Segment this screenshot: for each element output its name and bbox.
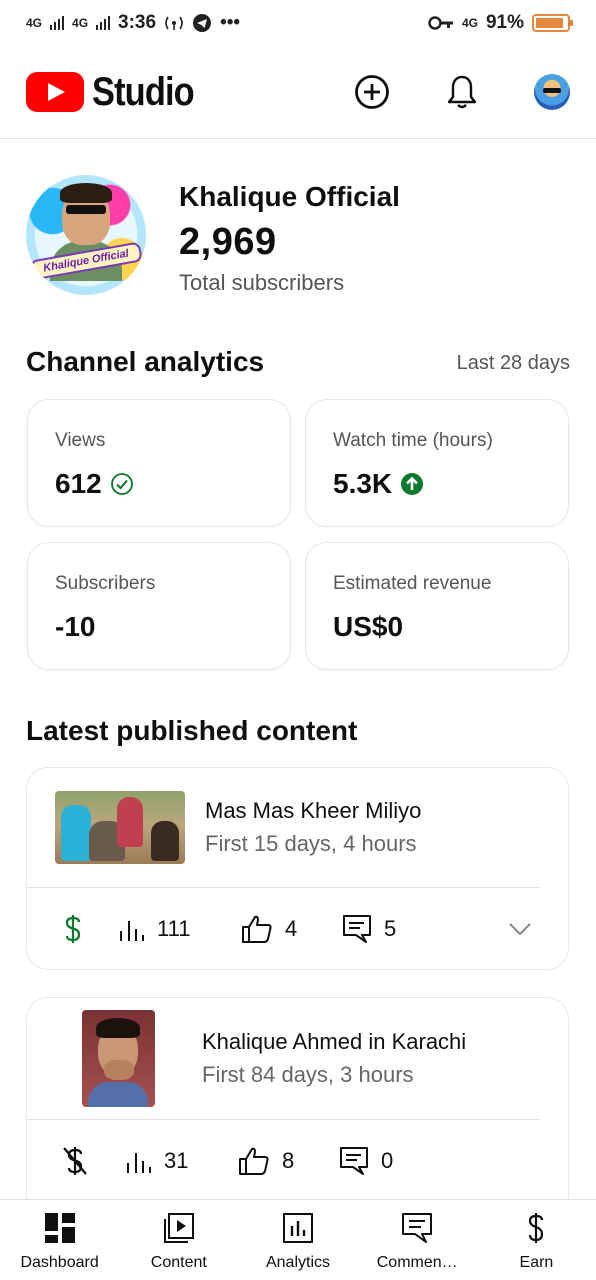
channel-name: Khalique Official	[179, 181, 400, 212]
battery-icon	[532, 14, 573, 32]
channel-analytics-title: Channel analytics	[26, 346, 265, 377]
watch-time-label: Watch time (hours)	[333, 430, 493, 451]
analytics-period[interactable]: Last 28 days	[457, 352, 570, 375]
expand-chevron-icon[interactable]	[508, 922, 532, 936]
arrow-up-circle-icon	[401, 473, 424, 495]
thumbs-up-icon	[239, 1147, 269, 1175]
nav-label-earn: Earn	[519, 1254, 554, 1271]
subscriber-label: Total subscribers	[179, 270, 345, 295]
nav-comments[interactable]: Commen…	[358, 1200, 477, 1280]
youtube-studio-logo[interactable]: Studio	[26, 70, 210, 115]
nav-label-comments: Commen…	[376, 1254, 458, 1271]
channel-header: Khalique Official Khalique Official 2,96…	[26, 175, 570, 298]
latest-content-title: Latest published content	[26, 715, 358, 746]
views-card[interactable]: Views 612	[27, 399, 291, 527]
video-likes: 8	[282, 1148, 295, 1173]
subscribers-label: Subscribers	[55, 573, 156, 594]
network-indicator-2: 4G	[72, 16, 89, 30]
network-indicator-1: 4G	[26, 16, 43, 30]
video-thumbnail[interactable]	[55, 791, 185, 864]
revenue-label: Estimated revenue	[333, 573, 492, 594]
revenue-value: US$0	[333, 611, 404, 642]
subscriber-count: 2,969	[179, 221, 277, 263]
content-card-1[interactable]: Mas Mas Kheer Miliyo First 15 days, 4 ho…	[26, 767, 569, 970]
nav-label-dashboard: Dashboard	[20, 1254, 99, 1271]
video-title: Mas Mas Kheer Miliyo	[205, 797, 422, 823]
monetized-dollar-icon	[65, 915, 81, 943]
network-indicator-3: 4G	[461, 16, 478, 30]
content-card-2[interactable]: Khalique Ahmed in Karachi First 84 days,…	[26, 997, 569, 1217]
not-monetized-dollar-icon	[63, 1147, 87, 1175]
video-title: Khalique Ahmed in Karachi	[202, 1028, 467, 1054]
comment-icon	[340, 1147, 368, 1175]
video-period: First 15 days, 4 hours	[205, 830, 417, 856]
signal-icon	[50, 16, 65, 30]
nav-earn[interactable]: Earn	[477, 1200, 596, 1280]
revenue-card[interactable]: Estimated revenue US$0	[305, 542, 569, 670]
vpn-key-icon	[428, 16, 453, 30]
channel-avatar[interactable]: Khalique Official	[26, 175, 146, 295]
video-likes: 4	[285, 916, 298, 941]
youtube-play-icon	[26, 72, 84, 112]
watch-time-card[interactable]: Watch time (hours) 5.3K	[305, 399, 569, 527]
nav-analytics[interactable]: Analytics	[238, 1200, 357, 1280]
video-comments: 0	[381, 1148, 394, 1173]
nav-label-content: Content	[150, 1254, 207, 1271]
views-bars-icon	[120, 921, 144, 941]
views-label: Views	[55, 430, 106, 451]
hotspot-icon	[165, 16, 183, 30]
watch-time-value: 5.3K	[333, 468, 393, 499]
views-bars-icon	[127, 1153, 151, 1173]
create-button[interactable]	[354, 74, 390, 110]
dashboard-icon	[44, 1213, 75, 1243]
views-value: 612	[55, 468, 102, 499]
more-notifications: •••	[220, 12, 241, 33]
comments-icon	[402, 1213, 433, 1243]
analytics-icon	[283, 1213, 313, 1243]
video-views: 31	[164, 1148, 189, 1173]
dollar-icon	[529, 1213, 544, 1243]
comment-icon	[343, 915, 371, 943]
battery-level	[536, 18, 564, 28]
subscribers-card[interactable]: Subscribers -10	[27, 542, 291, 670]
content-icon	[163, 1213, 194, 1243]
bottom-navigation: Dashboard Content Analytics Commen… Earn	[0, 1199, 596, 1280]
account-avatar[interactable]	[534, 74, 570, 110]
notifications-bell-icon[interactable]	[446, 74, 478, 110]
app-bar: Studio	[0, 46, 596, 139]
thumbs-up-icon	[242, 915, 272, 943]
subscribers-value: -10	[55, 611, 96, 642]
video-period: First 84 days, 3 hours	[202, 1061, 414, 1087]
check-circle-icon	[110, 473, 133, 495]
nav-dashboard[interactable]: Dashboard	[0, 1200, 119, 1280]
battery-percent: 91%	[485, 12, 524, 33]
video-thumbnail[interactable]	[82, 1010, 155, 1107]
signal-icon-2	[96, 16, 111, 30]
status-bar: 4G 4G 3:36 ••• 4G 91%	[0, 0, 596, 46]
brand-name: Studio	[92, 69, 195, 114]
video-views: 111	[157, 916, 191, 941]
nav-label-analytics: Analytics	[265, 1254, 331, 1271]
nav-content[interactable]: Content	[119, 1200, 238, 1280]
clock: 3:36	[118, 12, 157, 33]
telegram-icon	[193, 14, 212, 32]
video-comments: 5	[384, 916, 397, 941]
